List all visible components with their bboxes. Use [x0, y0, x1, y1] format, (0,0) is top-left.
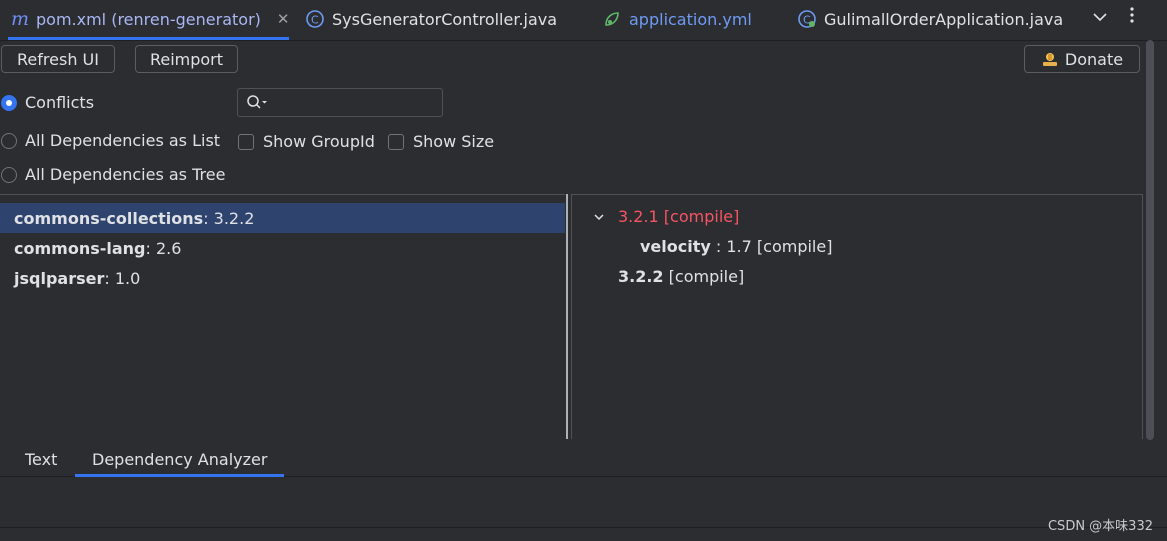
radio-conflicts-label: Conflicts	[25, 93, 95, 112]
show-groupid-checkbox[interactable]	[238, 134, 254, 150]
search-icon	[246, 94, 268, 116]
tab-application-yml[interactable]: application.yml	[601, 0, 752, 38]
tab-label: pom.xml (renren-generator)	[36, 9, 261, 29]
show-size-label: Show Size	[413, 132, 495, 151]
dependency-version: : 2.6	[145, 238, 182, 258]
donate-icon	[1041, 50, 1059, 68]
watermark: CSDN @本味332	[1047, 519, 1153, 534]
dependency-list: commons-collections : 3.2.2 commons-lang…	[0, 194, 565, 440]
chevron-down-icon[interactable]	[592, 209, 606, 228]
search-input[interactable]	[237, 88, 443, 117]
tab-gulimall-order-application[interactable]: C GulimallOrderApplication.java	[796, 0, 1063, 38]
class-icon: C	[304, 8, 326, 30]
donate-label: Donate	[1064, 49, 1124, 69]
tree-node-child-name: velocity	[640, 237, 711, 256]
more-options-icon[interactable]	[1124, 4, 1140, 28]
chevron-down-icon[interactable]	[1091, 6, 1109, 28]
svg-text:C: C	[311, 14, 319, 27]
tree-node-conflict[interactable]: 3.2.1 [compile]	[618, 207, 739, 226]
tree-node-resolved-scope: [compile]	[663, 267, 745, 286]
refresh-ui-button[interactable]: Refresh UI	[1, 45, 115, 73]
tab-sys-generator-controller[interactable]: C SysGeneratorController.java	[304, 0, 557, 38]
refresh-ui-label: Refresh UI	[17, 49, 99, 69]
tree-node-resolved[interactable]: 3.2.2 [compile]	[618, 267, 744, 286]
tree-node-child[interactable]: velocity : 1.7 [compile]	[640, 237, 832, 256]
donate-button[interactable]: Donate	[1024, 45, 1140, 73]
dependency-name: commons-collections	[14, 208, 204, 228]
tab-pom-xml[interactable]: m pom.xml (renren-generator) ✕	[8, 0, 290, 40]
dependency-version: : 3.2.2	[203, 208, 255, 228]
svg-text:m: m	[11, 9, 29, 29]
tree-node-child-version: : 1.7 [compile]	[710, 237, 833, 256]
radio-all-dependencies-tree[interactable]	[1, 167, 17, 183]
dependency-tree: 3.2.1 [compile] velocity : 1.7 [compile]…	[571, 194, 1143, 439]
radio-all-dependencies-list-label: All Dependencies as List	[25, 131, 221, 150]
maven-icon: m	[8, 8, 30, 30]
tab-text[interactable]: Text	[25, 444, 57, 474]
tab-label: application.yml	[629, 9, 752, 29]
list-item[interactable]: commons-collections : 3.2.2	[0, 203, 565, 233]
dependency-name: jsqlparser	[14, 268, 105, 288]
reimport-button[interactable]: Reimport	[135, 45, 238, 73]
yaml-icon	[601, 8, 623, 30]
tab-label: GulimallOrderApplication.java	[824, 9, 1064, 29]
radio-conflicts[interactable]	[1, 95, 17, 111]
tab-label: SysGeneratorController.java	[332, 9, 558, 29]
show-size-checkbox[interactable]	[388, 134, 404, 150]
dependency-name: commons-lang	[14, 238, 146, 258]
tab-text-label: Text	[25, 449, 58, 469]
reimport-label: Reimport	[149, 49, 224, 69]
close-icon[interactable]: ✕	[277, 10, 290, 28]
radio-all-dependencies-list[interactable]	[1, 133, 17, 149]
tab-dependency-analyzer-label: Dependency Analyzer	[92, 449, 268, 469]
spring-class-icon: C	[796, 8, 818, 30]
tree-node-resolved-version: 3.2.2	[618, 267, 664, 286]
radio-all-dependencies-tree-label: All Dependencies as Tree	[25, 165, 226, 184]
list-item[interactable]: commons-lang : 2.6	[0, 233, 565, 263]
dependency-version: : 1.0	[104, 268, 141, 288]
divider	[0, 527, 1167, 528]
tab-dependency-analyzer[interactable]: Dependency Analyzer	[74, 444, 285, 477]
editor-tab-bar: m pom.xml (renren-generator) ✕ C SysGene…	[0, 0, 1167, 41]
list-item[interactable]: jsqlparser : 1.0	[0, 263, 565, 293]
show-groupid-label: Show GroupId	[263, 132, 375, 151]
vertical-scrollbar[interactable]	[1146, 40, 1154, 440]
